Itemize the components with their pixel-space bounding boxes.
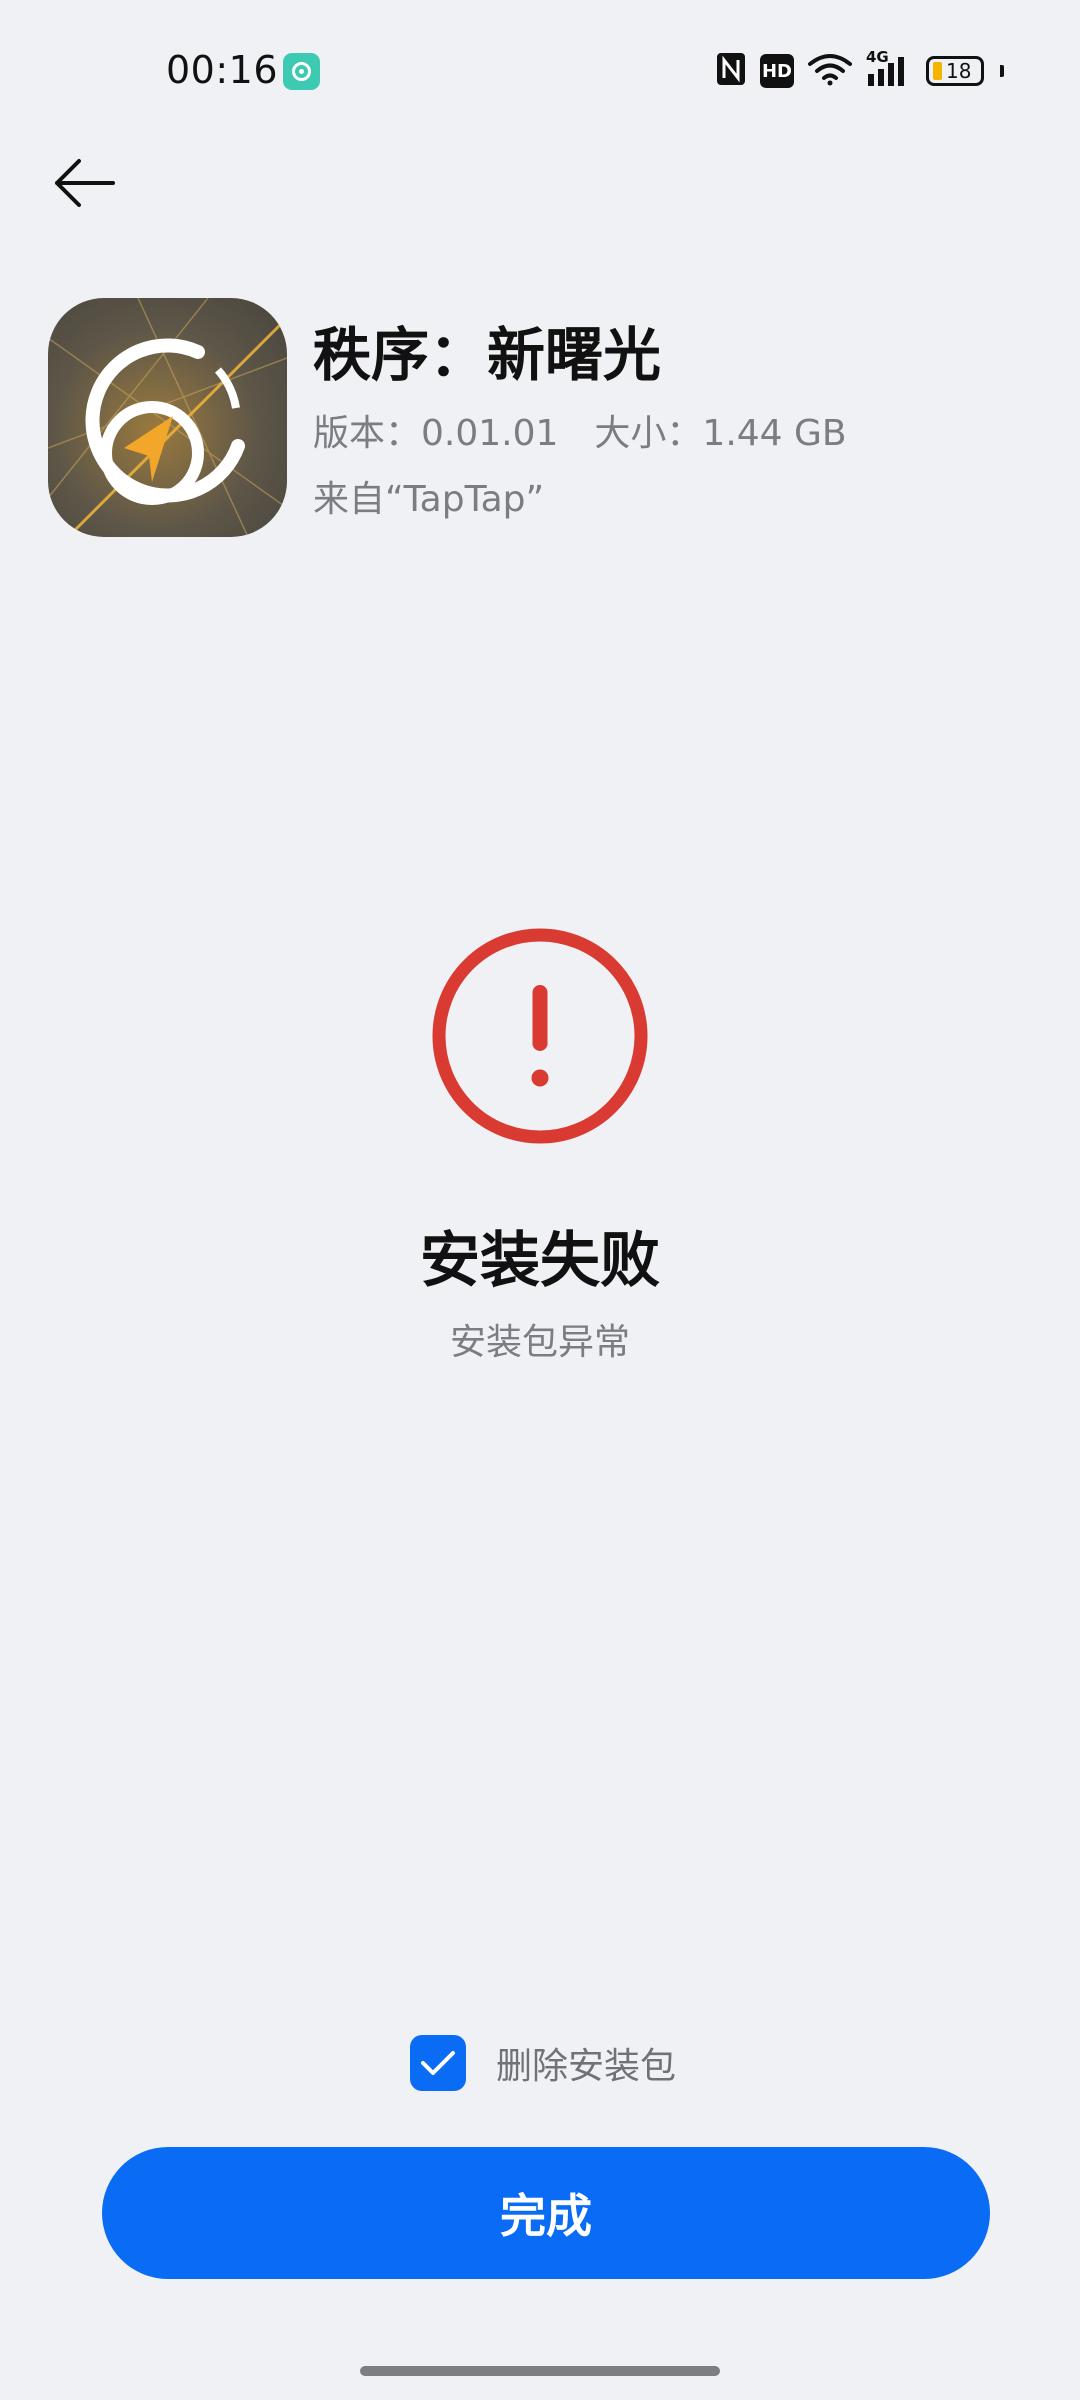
home-indicator[interactable]: [360, 2366, 720, 2376]
status-time: 00:16: [166, 48, 279, 92]
checkmark-icon: [421, 2051, 455, 2075]
app-source: 来自“TapTap”: [313, 479, 545, 520]
battery-cap: [1000, 65, 1004, 77]
app-size: 大小：1.44 GB: [594, 413, 847, 454]
app-version: 版本：0.01.01: [313, 413, 559, 454]
error-exclamation-icon: [431, 927, 649, 1145]
hd-icon: HD: [760, 54, 794, 88]
delete-package-option[interactable]: 删除安装包: [410, 2035, 676, 2091]
app-meta: 版本：0.01.01 大小：1.44 GB: [313, 404, 847, 456]
battery-icon: 18: [926, 56, 984, 86]
done-button[interactable]: 完成: [102, 2147, 990, 2279]
arrow-left-icon: [51, 155, 117, 215]
nfc-icon: [716, 52, 746, 90]
delete-package-label: 删除安装包: [496, 2046, 677, 2087]
app-icon: [48, 298, 287, 537]
status-title: 安装失败: [420, 1226, 660, 1296]
delete-package-checkbox[interactable]: [410, 2035, 466, 2091]
battery-level: 18: [946, 59, 972, 83]
status-reason: 安装包异常: [449, 1322, 630, 1363]
status-icons: HD 4G 18: [716, 48, 1004, 90]
status-bar: 00:16 HD 4G 18: [0, 0, 1080, 140]
app-name: 秩序：新曙光: [313, 321, 662, 389]
signal-4g-icon: 4G: [866, 48, 912, 88]
app-notification-icon: [283, 53, 320, 90]
install-result-screen: 00:16 HD 4G 18 秩序：新曙光 版本：0.01.01 大小：1.44…: [0, 0, 1080, 2400]
wifi-icon: [808, 52, 852, 90]
back-button[interactable]: [46, 150, 122, 220]
battery-fill: [933, 62, 942, 80]
